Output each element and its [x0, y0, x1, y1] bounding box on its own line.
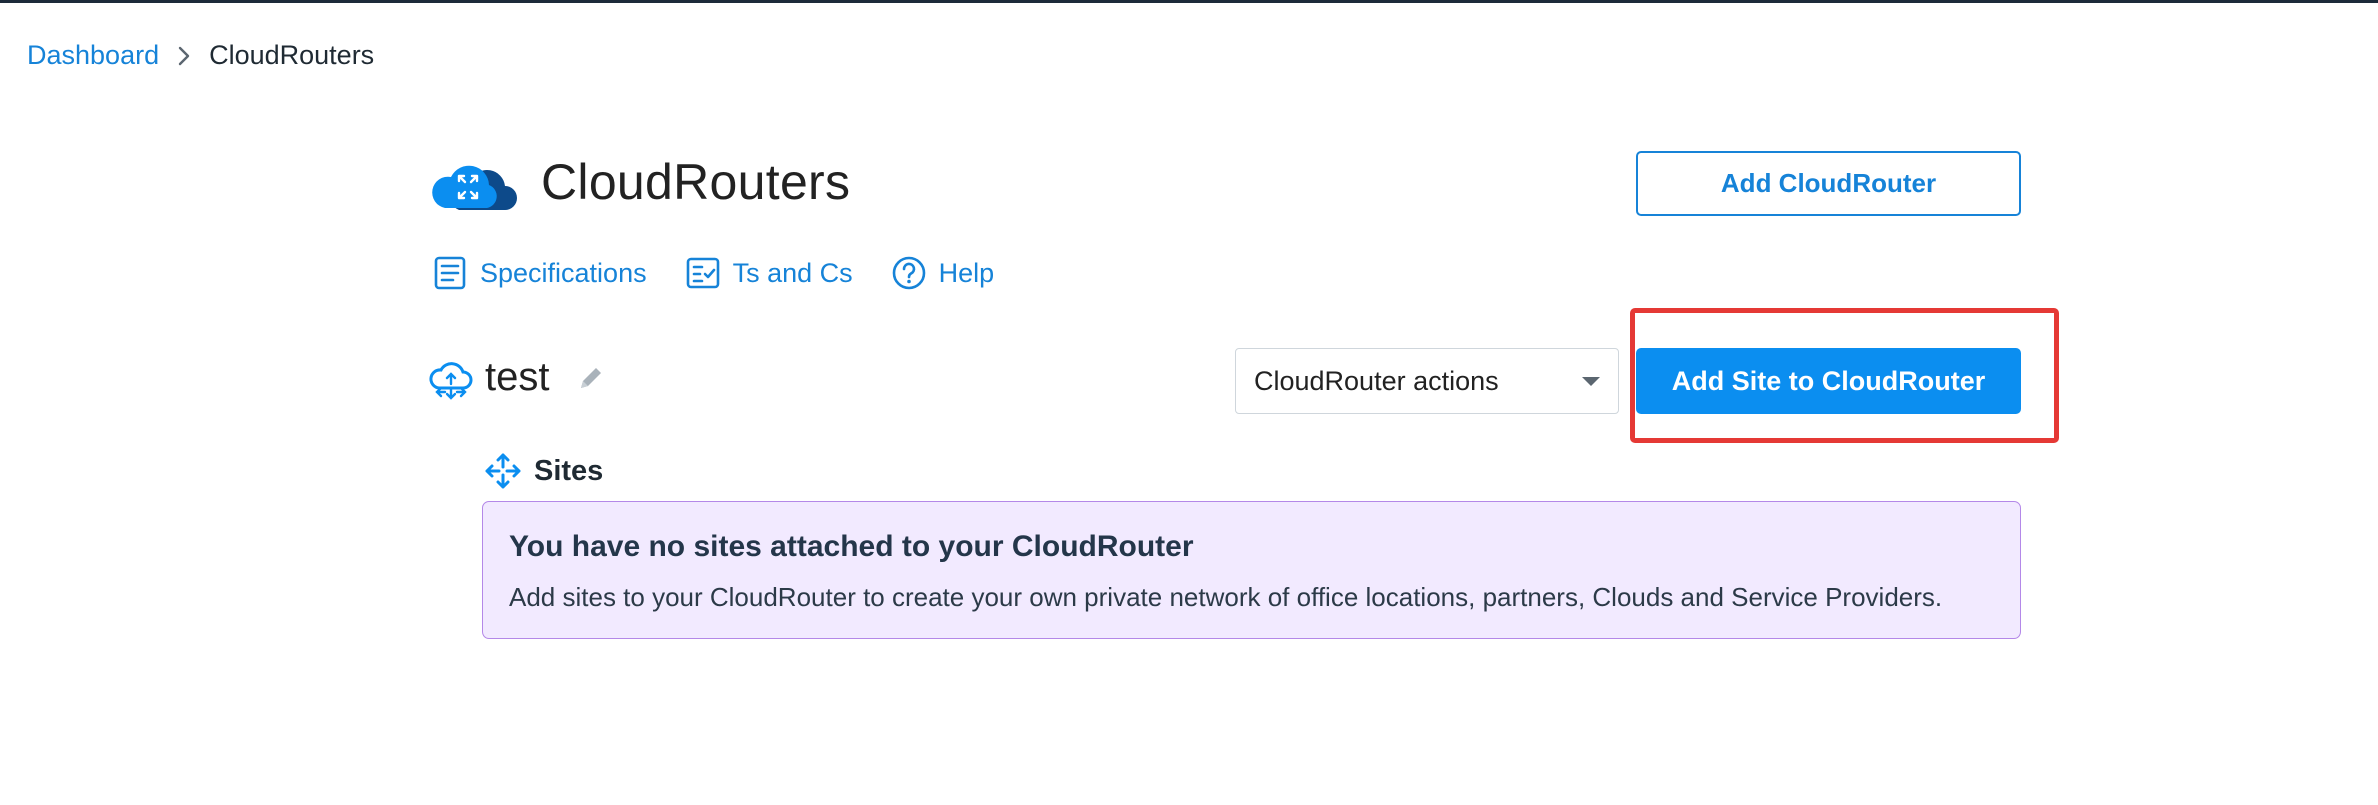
cloudrouter-actions-label: CloudRouter actions [1254, 365, 1499, 396]
sites-arrows-icon [485, 453, 521, 489]
chevron-right-icon [173, 45, 195, 67]
document-icon [434, 256, 466, 290]
sites-heading: Sites [484, 452, 603, 490]
help-link[interactable]: Help [891, 255, 995, 291]
cloudrouter-actions-select[interactable]: CloudRouter actions [1235, 348, 1619, 414]
page-title: CloudRouters [541, 154, 851, 210]
page-header: CloudRouters [429, 152, 850, 212]
breadcrumb-current: CloudRouters [209, 40, 375, 70]
cloudrouter-name: test [485, 355, 550, 399]
sites-title: Sites [534, 454, 604, 487]
no-sites-notice: You have no sites attached to your Cloud… [482, 501, 2021, 639]
cloudrouter-logo-icon [429, 152, 517, 212]
breadcrumb-dashboard-link[interactable]: Dashboard [27, 40, 159, 71]
cloudrouter-row: test [429, 355, 607, 400]
info-links: Specifications Ts and Cs Help [432, 255, 994, 291]
breadcrumb: Dashboard CloudRouters [27, 40, 374, 71]
terms-label: Ts and Cs [732, 257, 853, 288]
specifications-label: Specifications [480, 257, 647, 288]
specifications-link[interactable]: Specifications [432, 255, 647, 291]
caret-down-icon [1582, 376, 1600, 386]
notice-title: You have no sites attached to your Cloud… [509, 530, 1194, 563]
pencil-icon[interactable] [575, 362, 607, 394]
help-label: Help [938, 257, 995, 288]
checklist-icon [686, 257, 719, 289]
add-cloudrouter-button[interactable]: Add CloudRouter [1636, 151, 2021, 216]
notice-text: Add sites to your CloudRouter to create … [509, 582, 1943, 612]
top-border [0, 0, 2378, 3]
terms-link[interactable]: Ts and Cs [685, 255, 853, 291]
cloud-router-icon [429, 356, 473, 400]
help-circle-icon [892, 256, 925, 290]
add-site-button[interactable]: Add Site to CloudRouter [1636, 348, 2021, 414]
